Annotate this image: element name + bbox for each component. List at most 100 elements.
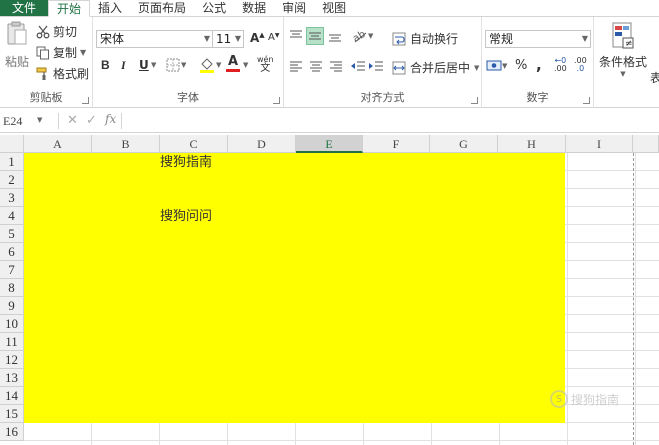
align-bottom-button[interactable]	[328, 29, 342, 43]
row-header-9[interactable]: 9	[0, 297, 24, 315]
italic-button[interactable]: I	[121, 58, 126, 73]
alignment-launcher-icon[interactable]	[471, 97, 478, 104]
orientation-button[interactable]: ab ▼	[352, 29, 373, 43]
phonetic-button[interactable]: wén 文	[257, 55, 274, 74]
column-header-e[interactable]: E	[296, 135, 363, 153]
font-name-combo[interactable]: 宋体 ▼	[96, 30, 213, 48]
row-header-12[interactable]: 12	[0, 351, 24, 369]
column-header-h[interactable]: H	[498, 135, 566, 153]
format-as-table-label[interactable]: 表	[650, 69, 659, 86]
increase-indent-button[interactable]	[368, 59, 384, 73]
number-launcher-icon[interactable]	[583, 97, 590, 104]
merge-center-button[interactable]: 合并后居中 ▼	[392, 59, 479, 76]
decrease-decimal-button[interactable]: .00 .0	[574, 57, 587, 73]
font-color-button[interactable]: A	[226, 55, 240, 72]
row-header-16[interactable]: 16	[0, 423, 24, 441]
row-header-3[interactable]: 3	[0, 189, 24, 207]
percent-button[interactable]: %	[515, 58, 527, 73]
row-header-14[interactable]: 14	[0, 387, 24, 405]
align-center-icon	[309, 59, 323, 73]
cell-C1[interactable]: 搜狗指南	[160, 153, 212, 171]
borders-dropdown-icon[interactable]: ▼	[181, 61, 186, 69]
row-header-10[interactable]: 10	[0, 315, 24, 333]
tab-view[interactable]: 视图	[314, 0, 354, 16]
tab-review[interactable]: 审阅	[274, 0, 314, 16]
tab-insert[interactable]: 插入	[90, 0, 130, 16]
tab-page-layout[interactable]: 页面布局	[130, 0, 194, 16]
tab-data[interactable]: 数据	[234, 0, 274, 16]
orientation-dropdown-icon[interactable]: ▼	[368, 32, 373, 40]
underline-button[interactable]: U	[139, 58, 149, 72]
wrap-text-label: 自动换行	[410, 32, 459, 46]
align-center-button[interactable]	[309, 59, 323, 73]
row-header-15[interactable]: 15	[0, 405, 24, 423]
cancel-icon[interactable]: ✕	[67, 113, 78, 128]
copy-label: 复制	[53, 46, 78, 60]
comma-button[interactable]: ,	[536, 56, 542, 74]
ribbon: 粘贴 剪切 复制 ▼ 格式刷 剪贴板 宋体 ▼ 11 ▼ A ▲ A ▼ B I…	[0, 17, 659, 108]
row-header-6[interactable]: 6	[0, 243, 24, 261]
number-format-combo[interactable]: 常规 ▼	[485, 30, 591, 48]
column-header-b[interactable]: B	[92, 135, 160, 153]
align-left-button[interactable]	[289, 59, 303, 73]
fill-color-dropdown-icon[interactable]: ▼	[216, 61, 221, 69]
column-header-i[interactable]: I	[566, 135, 633, 153]
tab-formulas[interactable]: 公式	[194, 0, 234, 16]
conditional-dropdown-icon[interactable]: ▼	[620, 70, 625, 78]
copy-dropdown-icon[interactable]: ▼	[80, 48, 86, 57]
font-name-value: 宋体	[100, 32, 125, 46]
tab-home[interactable]: 开始	[48, 0, 91, 17]
formula-input[interactable]	[126, 113, 656, 129]
merge-dropdown-icon[interactable]: ▼	[474, 64, 479, 72]
insert-function-icon[interactable]: fx	[105, 112, 116, 126]
column-header-a[interactable]: A	[24, 135, 92, 153]
font-size-combo[interactable]: 11 ▼	[212, 30, 244, 48]
number-format-dropdown-icon[interactable]: ▼	[582, 31, 588, 47]
column-header-g[interactable]: G	[430, 135, 498, 153]
align-top-button[interactable]	[289, 29, 303, 43]
font-launcher-icon[interactable]	[273, 97, 280, 104]
scissors-icon	[36, 25, 50, 39]
cell-C4[interactable]: 搜狗问问	[160, 207, 212, 225]
yellow-filled-range[interactable]	[24, 153, 565, 423]
fill-color-button[interactable]: ▼	[199, 56, 221, 74]
row-header-13[interactable]: 13	[0, 369, 24, 387]
column-header-c[interactable]: C	[160, 135, 228, 153]
format-painter-button[interactable]: 格式刷	[36, 65, 89, 82]
row-header-2[interactable]: 2	[0, 171, 24, 189]
clipboard-launcher-icon[interactable]	[82, 97, 89, 104]
increase-font-button[interactable]: A ▲	[250, 31, 265, 45]
align-middle-button[interactable]	[306, 27, 324, 45]
clipboard-group: 粘贴 剪切 复制 ▼ 格式刷 剪贴板	[0, 17, 93, 108]
column-header-d[interactable]: D	[228, 135, 296, 153]
name-box-dropdown-icon[interactable]: ▼	[37, 116, 42, 124]
font-color-dropdown-icon[interactable]: ▼	[243, 61, 248, 69]
wrap-text-button[interactable]: 自动换行	[392, 30, 458, 47]
row-header-11[interactable]: 11	[0, 333, 24, 351]
decrease-font-button[interactable]: A ▼	[268, 32, 279, 44]
font-size-dropdown-icon[interactable]: ▼	[235, 31, 241, 47]
copy-button[interactable]: 复制 ▼	[36, 44, 86, 61]
name-box[interactable]: E24	[0, 111, 50, 131]
select-all-corner[interactable]	[0, 135, 24, 153]
cut-button[interactable]: 剪切	[36, 23, 77, 40]
row-header-4[interactable]: 4	[0, 207, 24, 225]
tab-file[interactable]: 文件	[0, 0, 49, 16]
column-header-f[interactable]: F	[363, 135, 430, 153]
underline-dropdown-icon[interactable]: ▼	[151, 61, 156, 69]
row-header-8[interactable]: 8	[0, 279, 24, 297]
decrease-indent-button[interactable]	[350, 59, 366, 73]
paste-button[interactable]: 粘贴	[3, 21, 31, 71]
conditional-format-button[interactable]: ≠ 条件格式 ▼	[598, 21, 648, 78]
row-header-5[interactable]: 5	[0, 225, 24, 243]
increase-decimal-button[interactable]: ←0 .00	[554, 57, 567, 73]
row-header-1[interactable]: 1	[0, 153, 24, 171]
row-header-7[interactable]: 7	[0, 261, 24, 279]
accounting-dropdown-icon[interactable]: ▼	[502, 62, 507, 70]
confirm-icon[interactable]: ✓	[86, 113, 97, 128]
bold-button[interactable]: B	[101, 58, 110, 72]
accounting-format-button[interactable]: ▼	[486, 59, 507, 73]
font-name-dropdown-icon[interactable]: ▼	[204, 31, 210, 47]
borders-button[interactable]: ▼	[166, 58, 186, 72]
align-right-button[interactable]	[329, 59, 343, 73]
